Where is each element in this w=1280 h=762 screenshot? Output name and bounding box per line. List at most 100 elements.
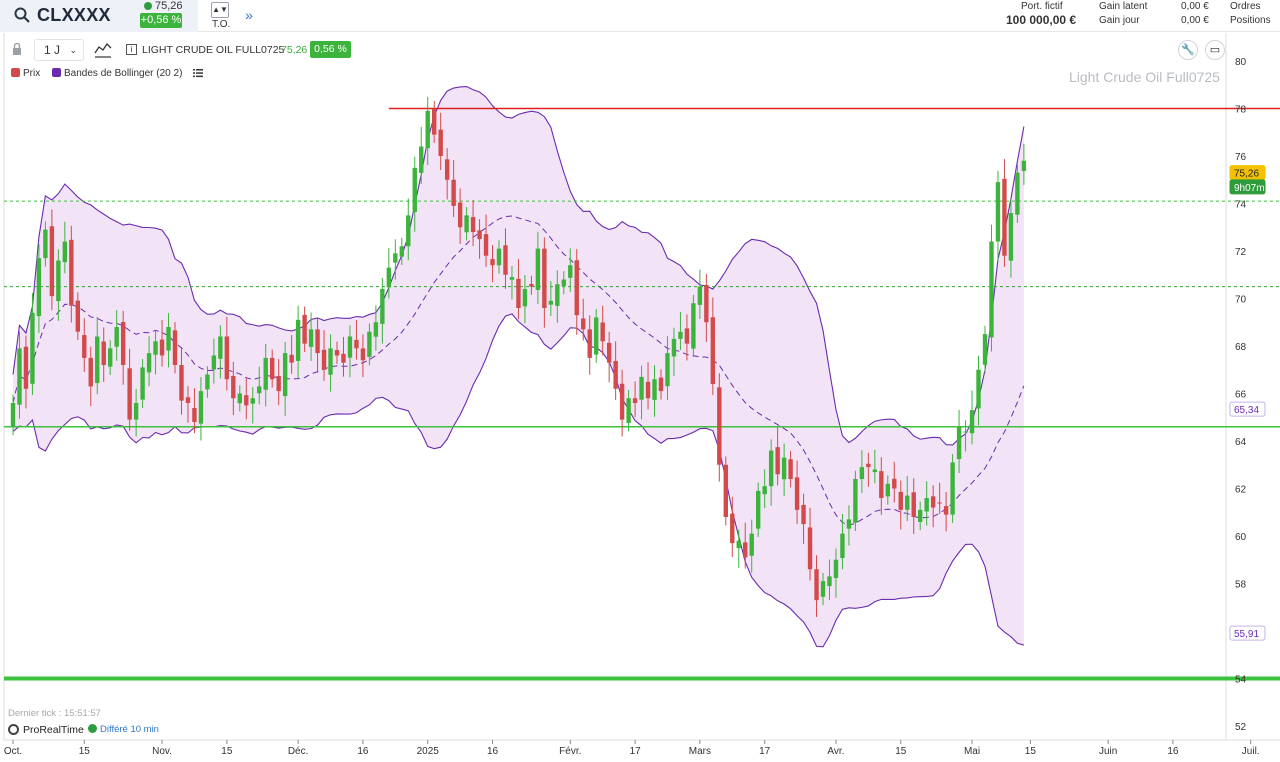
candle-body <box>911 492 916 517</box>
candle-body <box>354 339 359 349</box>
candle-body <box>574 260 579 316</box>
y-tick-label: 72 <box>1235 247 1247 258</box>
candle-body <box>775 447 780 475</box>
candle-body <box>794 477 800 510</box>
candle-body <box>956 426 962 460</box>
candle-body <box>600 322 605 342</box>
candle-body <box>671 338 677 357</box>
candle-body <box>315 329 320 354</box>
candle-body <box>30 312 35 384</box>
prorealtime-logo[interactable]: ProRealTime <box>8 724 84 736</box>
candle-body <box>581 318 586 330</box>
candle-body <box>159 339 165 356</box>
y-tick-label: 62 <box>1235 485 1247 496</box>
candle-body <box>710 317 716 384</box>
candle-body <box>43 229 48 259</box>
candle-body <box>846 519 852 529</box>
candle-body <box>108 348 113 367</box>
y-tick-label: 58 <box>1235 580 1247 591</box>
candle-body <box>516 278 521 308</box>
candle-body <box>768 450 774 487</box>
candle-body <box>756 490 761 529</box>
instrument-change-badge: 0,56 % <box>310 41 351 58</box>
legend-item-bollinger[interactable]: Bandes de Bollinger (20 2) <box>52 68 182 79</box>
candle-body <box>198 391 204 424</box>
x-tick-label: 17 <box>759 746 771 757</box>
candle-body <box>678 331 683 339</box>
candle-body <box>814 569 819 601</box>
candle-body <box>542 248 547 308</box>
candle-body <box>179 365 184 401</box>
y-tick-label: 60 <box>1235 532 1247 543</box>
candle-body <box>937 502 942 504</box>
info-icon[interactable]: i <box>126 44 137 55</box>
candle-body <box>451 179 456 206</box>
y-tick-label: 70 <box>1235 295 1247 306</box>
candle-body <box>749 533 754 556</box>
candle-body <box>172 330 178 365</box>
x-tick-label: Juin <box>1099 746 1117 757</box>
x-tick-label: Mai <box>964 746 980 757</box>
candle-body <box>334 350 340 356</box>
x-tick-label: 15 <box>221 746 233 757</box>
x-tick-label: Avr. <box>827 746 844 757</box>
candle-body <box>192 407 197 422</box>
candle-body <box>924 498 929 512</box>
wrench-icon[interactable]: 🔧 <box>1178 40 1198 60</box>
candle-body <box>801 504 806 525</box>
candle-body <box>1008 213 1014 261</box>
candle-body <box>632 398 638 403</box>
candle-body <box>853 479 858 523</box>
candle-body <box>730 513 735 544</box>
candle-body <box>470 217 476 232</box>
x-tick-label: Mars <box>689 746 711 757</box>
x-tick-label: 15 <box>895 746 907 757</box>
candle-body <box>386 267 392 288</box>
candle-body <box>807 527 813 570</box>
window-icon[interactable]: ▭ <box>1205 40 1225 60</box>
period-selector[interactable]: 1 J ⌄ <box>34 39 84 61</box>
candle-body <box>594 317 599 355</box>
candle-body <box>412 167 417 213</box>
legend-item-price[interactable]: Prix <box>11 68 40 79</box>
candle-body <box>976 369 981 409</box>
candle-body <box>723 464 728 517</box>
candle-body <box>17 348 22 405</box>
list-menu-icon[interactable] <box>193 68 203 78</box>
x-tick-label: Févr. <box>559 746 581 757</box>
candle-body <box>282 353 288 397</box>
bollinger-upper-badge: 65,34 <box>1234 405 1259 416</box>
candle-body <box>490 259 495 266</box>
candle-body <box>114 327 119 347</box>
candle-body <box>419 146 424 173</box>
price-chart[interactable]: 525456586062646668707274767880Oct.15Nov.… <box>0 0 1280 762</box>
candle-body <box>457 202 463 228</box>
candle-body <box>930 496 936 508</box>
candle-body <box>244 395 249 406</box>
lock-icon[interactable] <box>12 43 22 56</box>
candle-body <box>10 403 16 427</box>
candle-body <box>717 387 722 465</box>
x-tick-label: 16 <box>1167 746 1179 757</box>
x-tick-label: 17 <box>630 746 642 757</box>
candle-body <box>1002 178 1007 256</box>
candle-body <box>743 542 748 558</box>
candle-body <box>840 533 845 559</box>
candle-body <box>289 354 294 363</box>
candle-body <box>963 431 968 433</box>
last-price-badge: 75,26 <box>1234 169 1259 180</box>
candle-body <box>1015 172 1020 215</box>
candle-body <box>133 403 139 420</box>
countdown-badge: 9h07m <box>1234 183 1265 194</box>
candle-body <box>95 336 100 384</box>
candle-body <box>509 277 515 280</box>
candle-body <box>127 368 132 420</box>
candle-body <box>684 328 690 344</box>
delay-status-icon <box>88 724 97 733</box>
candle-body <box>982 334 988 365</box>
candle-body <box>568 265 573 278</box>
chart-type-icon[interactable] <box>94 41 112 59</box>
candle-body <box>88 357 93 387</box>
legend-swatch-bollinger <box>52 68 61 77</box>
candle-body <box>250 398 255 404</box>
